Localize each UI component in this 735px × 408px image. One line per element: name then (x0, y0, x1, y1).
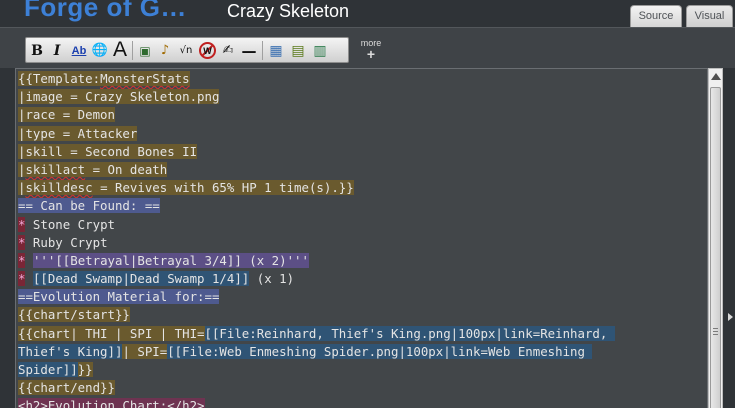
code-token: <h2>Evolution Chart:</h2> (18, 398, 205, 408)
code-token: (x 1) (249, 271, 295, 287)
code-token: |skill = Second Bones II (18, 143, 198, 159)
grip-line (713, 328, 718, 329)
external-link-icon[interactable]: 🌐 (91, 41, 109, 60)
code-token: skilldesc (25, 180, 93, 196)
code-token: == Can be Found: == (18, 198, 160, 214)
code-line[interactable]: == Can be Found: == (18, 198, 706, 216)
code-line[interactable]: |skillact = On death (18, 161, 706, 180)
insert-table-icon[interactable]: ▥ (310, 41, 330, 60)
grip-line (713, 331, 718, 332)
vertical-scrollbar[interactable] (708, 68, 723, 408)
page-title: Crazy Skeleton (227, 1, 350, 21)
code-line[interactable]: * Stone Crypt (18, 216, 706, 235)
site-title[interactable]: Forge of G… (24, 0, 187, 23)
math-icon[interactable]: √n (176, 41, 196, 60)
toolbar-separator (132, 41, 133, 60)
code-token: [[Dead Swamp|Dead Swamp 1/4]] (32, 271, 250, 287)
scrollbar-thumb[interactable] (710, 87, 721, 408)
plus-icon: + (366, 46, 376, 62)
code-token: ==Evolution Material for:== (18, 289, 220, 305)
toolbar-separator (262, 41, 263, 60)
code-token: = On death (85, 161, 168, 177)
nowiki-icon-graphic: W (198, 42, 216, 59)
code-line[interactable]: |skill = Second Bones II (18, 143, 706, 162)
code-token: Stone Crypt (25, 216, 115, 232)
horizontal-line-icon[interactable]: — (239, 41, 259, 60)
code-token: '''[[Betrayal|Betrayal 3/4]] (32, 252, 250, 268)
nowiki-letter: W (203, 46, 212, 56)
editor-text[interactable]: {{Template:MonsterStats |image = Crazy Sk… (18, 71, 706, 408)
code-line[interactable]: |image = Crazy Skeleton.png (18, 89, 706, 107)
code-token: Ruby Crypt (25, 234, 108, 250)
code-token: {{chart/start}} (18, 307, 130, 323)
editor-toolbar-area: B I Ab 🌐 A ▣ ♪ √n W ✍ — ▦ ▤ ▥ more + (0, 27, 735, 68)
code-line[interactable]: |race = Demon (18, 107, 706, 125)
code-token: }} (77, 362, 93, 377)
tab-source[interactable]: Source (630, 5, 682, 27)
code-token: | SPI= (122, 343, 168, 359)
code-token: [[File:Web Enmeshing Spider.png|100px|li… (167, 343, 593, 359)
code-token: |race = Demon (18, 107, 115, 123)
embedded-file-icon[interactable]: ▣ (136, 41, 154, 60)
code-line[interactable]: Thief's King]]| SPI=[[File:Web Enmeshing… (18, 343, 706, 362)
bold-icon[interactable]: B (28, 41, 46, 60)
code-token: {{Template: (18, 71, 101, 86)
signature-icon[interactable]: ✍ (218, 41, 238, 60)
more-button[interactable]: more + (358, 38, 384, 62)
header-bar: Forge of G… Crazy Skeleton Source Visual (0, 0, 735, 27)
gallery-icon[interactable]: ▦ (266, 41, 286, 60)
italic-icon[interactable]: I (48, 41, 66, 60)
source-editor[interactable]: {{Template:MonsterStats |image = Crazy Sk… (15, 68, 708, 408)
code-line[interactable]: * Ruby Crypt (18, 234, 706, 253)
code-token: skillact (25, 161, 86, 177)
code-token: {{chart/end}} (18, 380, 115, 396)
editor-toolbar: B I Ab 🌐 A ▣ ♪ √n W ✍ — ▦ ▤ ▥ (25, 37, 349, 63)
code-token: Spider]] (18, 362, 78, 377)
nowiki-icon[interactable]: W (197, 41, 217, 60)
code-line[interactable]: |type = Attacker (18, 125, 706, 144)
tab-visual[interactable]: Visual (686, 5, 733, 27)
code-line[interactable]: <h2>Evolution Chart:</h2> (18, 398, 706, 408)
code-token: (x 2)''' (249, 252, 309, 268)
code-line[interactable]: Spider]]}} (18, 362, 706, 380)
panel-expand-arrow-icon[interactable] (728, 313, 733, 321)
heading-icon[interactable]: A (110, 38, 130, 62)
code-line[interactable]: {{chart| THI | SPI | THI=[[File:Reinhard… (18, 325, 706, 344)
insert-template-icon[interactable]: ▤ (288, 41, 308, 60)
code-token: [[File:Reinhard, Thief's King.png|100px|… (204, 325, 615, 341)
code-line[interactable]: ==Evolution Material for:== (18, 289, 706, 307)
code-line[interactable]: |skilldesc = Revives with 65% HP 1 time(… (18, 180, 706, 198)
internal-link-icon[interactable]: Ab (68, 41, 90, 60)
grip-line (713, 334, 718, 335)
code-token: |image = Crazy Skeleton.png (18, 89, 220, 105)
code-line[interactable]: * '''[[Betrayal|Betrayal 3/4]] (x 2)''' (18, 252, 706, 271)
media-link-icon[interactable]: ♪ (156, 41, 174, 60)
code-line[interactable]: {{Template:MonsterStats (18, 71, 706, 89)
code-line[interactable]: {{chart/end}} (18, 380, 706, 398)
code-line[interactable]: {{chart/start}} (18, 307, 706, 325)
code-token: {{chart| THI | SPI | THI= (18, 325, 205, 341)
code-line[interactable]: * [[Dead Swamp|Dead Swamp 1/4]] (x 1) (18, 271, 706, 289)
scroll-up-arrow-icon[interactable] (711, 73, 721, 80)
code-token: |type = Attacker (18, 125, 138, 141)
code-token: Thief's King]] (18, 343, 123, 359)
code-token: = Revives with 65% HP 1 time(s).}} (92, 180, 354, 196)
code-token: MonsterStats (100, 71, 190, 86)
